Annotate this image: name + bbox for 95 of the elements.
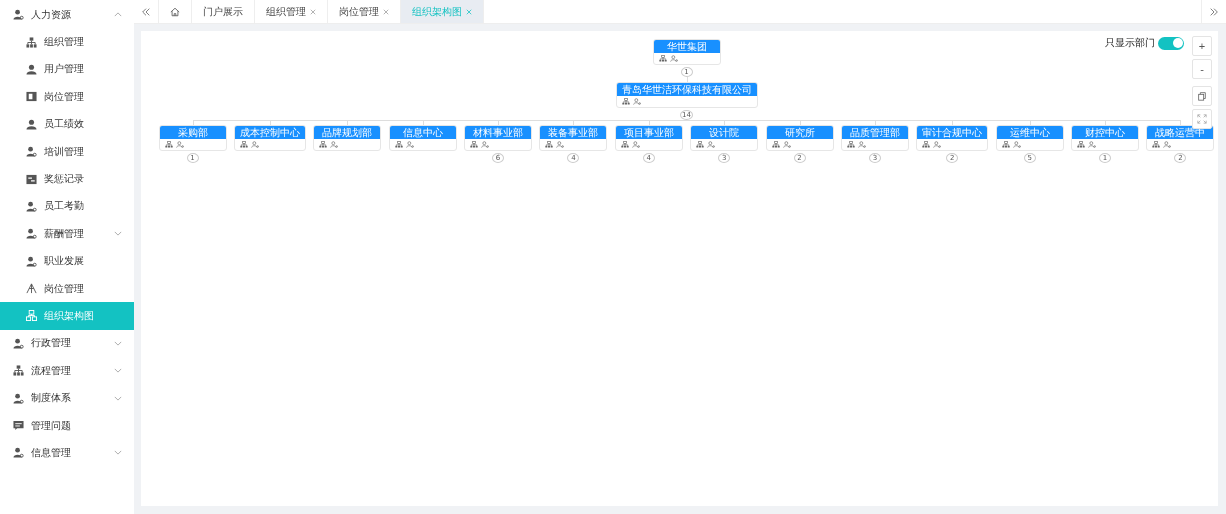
sidebar-item[interactable]: 岗位管理 — [0, 83, 134, 111]
sidebar-item[interactable]: 组织管理 — [0, 28, 134, 56]
org-chart-icon — [26, 310, 37, 322]
hierarchy-icon — [26, 36, 37, 48]
hierarchy-icon[interactable] — [545, 141, 554, 148]
toggle-switch[interactable] — [1158, 36, 1184, 50]
sidebar-item[interactable]: 员工考勤 — [0, 192, 134, 221]
user-icon — [26, 200, 37, 212]
user-icon[interactable] — [632, 98, 641, 105]
double-chevron-right-icon — [1209, 6, 1219, 17]
list-icon — [26, 173, 37, 185]
toggle-label: 只显示部门 — [1105, 36, 1155, 50]
tab[interactable]: 组织管理 — [255, 0, 328, 23]
id-card-icon — [26, 91, 37, 103]
node-name: 装备事业部 — [548, 126, 599, 139]
sidebar-item[interactable]: 用户管理 — [0, 55, 134, 84]
node-name: 项目事业部 — [623, 126, 674, 139]
node-name: 青岛华世洁环保科技有限公司 — [621, 83, 752, 96]
user-icon — [13, 9, 24, 21]
hierarchy-icon[interactable] — [164, 141, 173, 148]
copy-icon — [1197, 91, 1207, 101]
node-name: 设计院 — [709, 126, 740, 139]
user-icon[interactable] — [250, 141, 259, 148]
user-icon[interactable] — [1088, 141, 1097, 148]
user-icon[interactable] — [782, 141, 791, 148]
user-icon[interactable] — [707, 141, 716, 148]
node-name: 品牌规划部 — [322, 126, 373, 139]
hierarchy-icon[interactable] — [922, 141, 931, 148]
user-icon — [26, 146, 37, 158]
message-icon — [13, 420, 24, 432]
sidebar-item[interactable]: 流程管理 — [0, 357, 134, 385]
user-icon — [13, 337, 24, 349]
home-icon — [170, 6, 180, 17]
node-name: 审计合规中心 — [922, 126, 983, 139]
user-icon — [13, 447, 24, 459]
user-icon[interactable] — [857, 141, 866, 148]
user-icon — [26, 118, 37, 130]
sidebar-item[interactable]: 岗位管理 — [0, 274, 134, 303]
user-icon[interactable] — [631, 141, 640, 148]
sidebar-item[interactable]: 行政管理 — [0, 329, 134, 358]
sidebar-item[interactable]: 奖惩记录 — [0, 165, 134, 193]
hierarchy-icon[interactable] — [621, 98, 630, 105]
node-name: 材料事业部 — [473, 126, 524, 139]
hierarchy-icon[interactable] — [1001, 141, 1010, 148]
user-icon — [26, 228, 37, 240]
zoom-in-button[interactable]: + — [1192, 36, 1212, 56]
user-icon — [26, 255, 37, 267]
node-name: 成本控制中心 — [239, 126, 300, 139]
close-icon[interactable] — [310, 8, 316, 15]
tab[interactable]: 门户展示 — [192, 0, 255, 23]
close-icon[interactable] — [383, 8, 389, 15]
user-icon[interactable] — [933, 141, 942, 148]
hierarchy-icon[interactable] — [696, 141, 705, 148]
hierarchy-icon[interactable] — [620, 141, 629, 148]
hierarchy-icon — [13, 365, 24, 377]
hierarchy-icon[interactable] — [394, 141, 403, 148]
node-name: 运维中心 — [1009, 126, 1050, 139]
close-icon[interactable] — [466, 8, 472, 15]
node-name: 华世集团 — [666, 40, 707, 53]
sidebar-item[interactable]: 人力资源 — [0, 1, 134, 29]
sidebar-item[interactable]: 信息管理 — [0, 439, 134, 467]
hierarchy-icon[interactable] — [470, 141, 479, 148]
node-name: 采购部 — [177, 126, 208, 139]
sidebar-item[interactable]: 管理问题 — [0, 411, 134, 440]
sidebar-item[interactable]: 薪酬管理 — [0, 220, 134, 248]
node-name: 品质管理部 — [849, 126, 900, 139]
user-icon[interactable] — [405, 141, 414, 148]
user-icon — [13, 392, 24, 404]
user-icon[interactable] — [175, 141, 184, 148]
user-icon[interactable] — [556, 141, 565, 148]
hierarchy-icon[interactable] — [239, 141, 248, 148]
copy-button[interactable] — [1192, 86, 1212, 106]
user-icon[interactable] — [481, 141, 490, 148]
hierarchy-icon[interactable] — [846, 141, 855, 148]
node-name: 研究所 — [784, 126, 815, 139]
sidebar-item[interactable]: 职业发展 — [0, 247, 134, 275]
double-chevron-left-icon — [141, 6, 151, 17]
user-icon[interactable] — [1163, 141, 1172, 148]
sidebar-item[interactable]: 培训管理 — [0, 137, 134, 166]
hierarchy-icon[interactable] — [1077, 141, 1086, 148]
zoom-out-button[interactable]: - — [1192, 59, 1212, 79]
hierarchy-icon[interactable] — [658, 55, 667, 62]
user-icon[interactable] — [330, 141, 339, 148]
user-icon[interactable] — [669, 55, 678, 62]
sidebar-item[interactable]: 制度体系 — [0, 384, 134, 412]
fullscreen-icon — [1197, 114, 1207, 124]
node-name: 信息中心 — [402, 126, 443, 139]
user-icon[interactable] — [1012, 141, 1021, 148]
sidebar-item[interactable]: 员工绩效 — [0, 110, 134, 138]
user-icon — [26, 63, 37, 75]
hierarchy-icon[interactable] — [319, 141, 328, 148]
fullscreen-button[interactable] — [1192, 109, 1212, 129]
hierarchy-icon[interactable] — [771, 141, 780, 148]
node-name: 财控中心 — [1085, 126, 1126, 139]
hierarchy-icon[interactable] — [1152, 141, 1161, 148]
